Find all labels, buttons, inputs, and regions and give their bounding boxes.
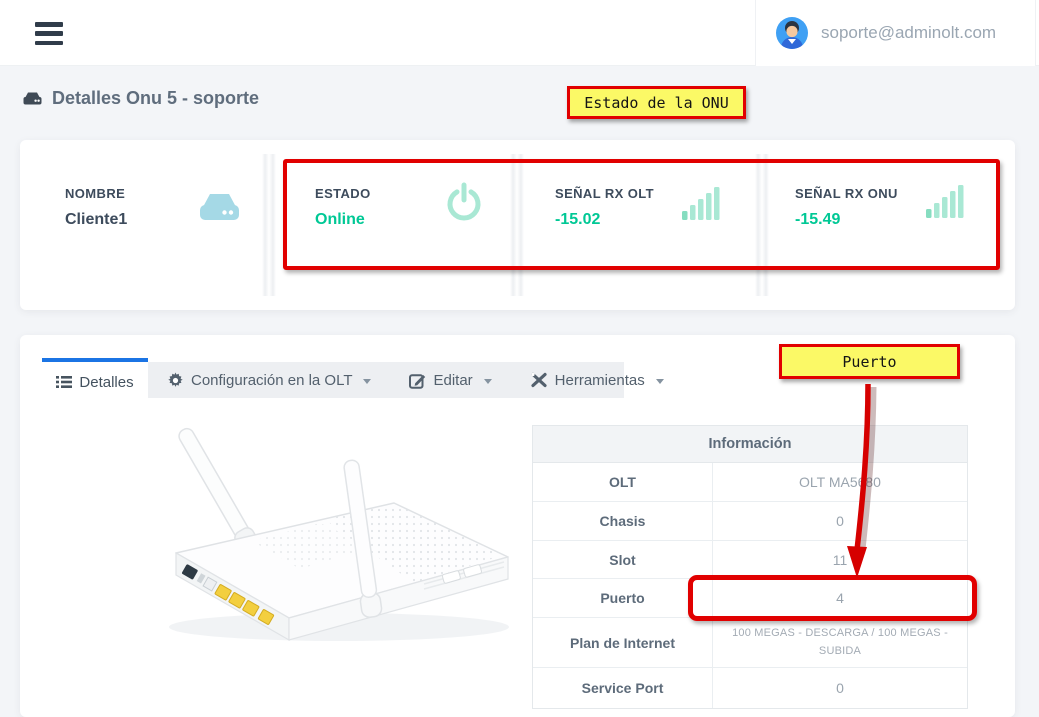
field-value: -15.49	[795, 211, 898, 229]
row-value: 0	[713, 502, 967, 540]
onu-status-card: NOMBRE Cliente1 ESTADO Online SEÑAL RX O…	[20, 140, 1015, 310]
status-field-rx-olt: SEÑAL RX OLT -15.02	[555, 186, 654, 229]
chevron-down-icon	[484, 379, 492, 384]
tools-icon	[530, 372, 548, 388]
row-label: Plan de Internet	[533, 618, 713, 667]
user-menu[interactable]: soporte@adminolt.com	[755, 0, 1036, 66]
signal-bars-icon	[926, 184, 966, 223]
hdd-icon	[22, 90, 43, 106]
client-device-icon	[196, 188, 242, 229]
status-field-estado: ESTADO Online	[315, 186, 371, 229]
divider	[262, 154, 276, 296]
tab-label: Detalles	[79, 374, 133, 391]
row-value: 11	[713, 541, 967, 578]
tab-label: Herramientas	[555, 372, 645, 389]
chevron-down-icon	[363, 379, 371, 384]
user-email: soporte@adminolt.com	[821, 23, 996, 43]
tab-label: Configuración en la OLT	[191, 372, 352, 389]
edit-icon	[409, 372, 426, 389]
onu-details-card: Detalles Configuración en la OLT Editar	[20, 335, 1015, 717]
row-label: Service Port	[533, 668, 713, 708]
status-field-nombre: NOMBRE Cliente1	[65, 186, 127, 229]
tab-label: Editar	[433, 372, 472, 389]
tab-detalles[interactable]: Detalles	[42, 358, 148, 402]
table-row: Slot 11	[533, 541, 967, 579]
row-value: 0	[713, 668, 967, 708]
row-label: Chasis	[533, 502, 713, 540]
divider	[755, 154, 769, 296]
field-value: Cliente1	[65, 211, 127, 229]
tab-herramientas[interactable]: Herramientas	[511, 362, 683, 398]
table-title: Información	[533, 426, 967, 463]
table-row: Chasis 0	[533, 502, 967, 541]
row-value: 4	[713, 579, 967, 617]
tab-row: Configuración en la OLT Editar Herr	[148, 362, 683, 398]
information-table: Información OLT OLT MA5680 Chasis 0 Slot…	[532, 425, 968, 709]
hamburger-menu-icon[interactable]	[35, 22, 63, 45]
row-value: OLT MA5680	[713, 463, 967, 501]
list-icon	[56, 375, 72, 389]
row-label: Slot	[533, 541, 713, 578]
annotation-puerto-label: Puerto	[779, 344, 960, 379]
table-row: Service Port 0	[533, 668, 967, 708]
table-row: OLT OLT MA5680	[533, 463, 967, 502]
table-row: Plan de Internet 100 MEGAS - DESCARGA / …	[533, 618, 967, 668]
row-label: Puerto	[533, 579, 713, 617]
avatar	[776, 17, 808, 49]
tab-configuracion-olt[interactable]: Configuración en la OLT	[148, 362, 390, 398]
field-value: -15.02	[555, 211, 654, 229]
tab-editar[interactable]: Editar	[390, 362, 510, 398]
gear-icon	[167, 372, 184, 389]
field-label: SEÑAL RX OLT	[555, 186, 654, 201]
field-label: ESTADO	[315, 186, 371, 201]
power-icon	[444, 182, 484, 227]
row-value: 100 MEGAS - DESCARGA / 100 MEGAS - SUBID…	[713, 618, 967, 667]
page-title: Detalles Onu 5 - soporte	[52, 88, 259, 109]
row-label: OLT	[533, 463, 713, 501]
table-row-puerto: Puerto 4	[533, 579, 967, 618]
signal-bars-icon	[682, 186, 722, 225]
onu-router-image	[124, 423, 514, 653]
field-value: Online	[315, 211, 371, 229]
chevron-down-icon	[656, 379, 664, 384]
divider	[510, 154, 524, 296]
page-title-bar: Detalles Onu 5 - soporte	[0, 67, 1039, 129]
field-label: NOMBRE	[65, 186, 127, 201]
status-field-rx-onu: SEÑAL RX ONU -15.49	[795, 186, 898, 229]
annotation-estado-label: Estado de la ONU	[567, 86, 746, 119]
top-navbar: soporte@adminolt.com	[0, 0, 1039, 66]
field-label: SEÑAL RX ONU	[795, 186, 898, 201]
